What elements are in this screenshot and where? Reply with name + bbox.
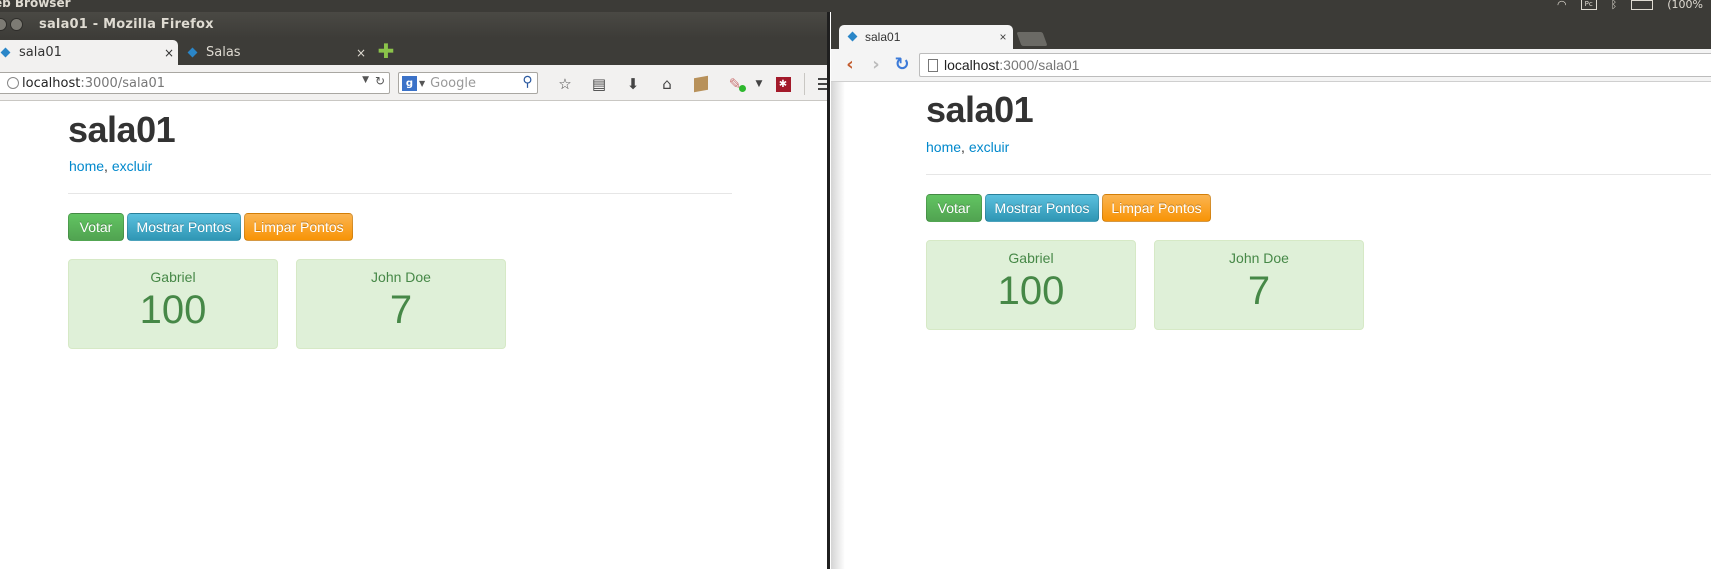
firefox-titlebar: sala01 - Mozilla Firefox: [0, 12, 827, 38]
tab-label: sala01: [865, 30, 901, 44]
home-link[interactable]: home: [69, 158, 104, 174]
player-name: Gabriel: [1008, 250, 1054, 266]
pycharm-icon[interactable]: Pc: [1580, 0, 1597, 10]
player-points: 100: [139, 288, 207, 332]
player-name: John Doe: [1229, 250, 1289, 266]
player-name: John Doe: [371, 269, 431, 285]
firebug-icon[interactable]: ✱: [766, 74, 800, 94]
site-identity-icon[interactable]: [7, 77, 19, 89]
page-title: sala01: [68, 109, 176, 150]
search-icon[interactable]: ⚲: [520, 75, 535, 90]
url-path: :3000/sala01: [80, 75, 166, 91]
window-title: sala01 - Mozilla Firefox: [39, 17, 214, 32]
tab-close-icon[interactable]: ×: [993, 30, 1013, 44]
back-arrow-icon[interactable]: ‹: [839, 54, 861, 76]
favicon-icon: [2, 47, 13, 58]
tab-close-icon[interactable]: ×: [160, 46, 178, 60]
window-edge-shadow: [831, 82, 845, 569]
action-buttons: Votar Mostrar Pontos Limpar Pontos: [68, 213, 353, 241]
delete-link[interactable]: excluir: [969, 139, 1009, 155]
breadcrumb-links: home, excluir: [69, 158, 152, 174]
home-link[interactable]: home: [926, 139, 961, 155]
bookmarks-list-icon[interactable]: ▤: [582, 74, 616, 94]
addon-icon[interactable]: [684, 74, 718, 94]
battery-percentage: (100%: [1667, 0, 1703, 11]
toolbar-separator: [804, 73, 805, 95]
window-controls: [0, 18, 23, 31]
player-points: 7: [1247, 269, 1271, 313]
tab-sala01[interactable]: sala01 ×: [0, 40, 178, 65]
firefox-window: sala01 - Mozilla Firefox sala01 × Salas …: [0, 12, 830, 569]
window-close-icon[interactable]: [0, 18, 7, 31]
url-host: localhost: [22, 75, 81, 91]
player-card: John Doe 7: [1154, 240, 1364, 330]
engine-dropdown-icon[interactable]: ▼: [419, 79, 425, 88]
wifi-icon[interactable]: ◠: [1557, 0, 1567, 11]
bluetooth-icon[interactable]: ᛒ: [1611, 0, 1618, 11]
player-card: Gabriel 100: [68, 259, 278, 349]
firefox-tab-strip: sala01 × Salas × ✚: [0, 38, 827, 65]
link-separator: ,: [104, 158, 112, 174]
search-box[interactable]: g ▼ Google ⚲: [398, 72, 538, 94]
new-tab-plus-icon[interactable]: ✚: [377, 41, 395, 61]
reload-icon[interactable]: ↻: [891, 54, 913, 76]
vote-button[interactable]: Votar: [926, 194, 982, 222]
chromium-window: sala01 × ‹ › ↻ localhost:3000/sala01 sal…: [831, 12, 1711, 569]
clear-points-button[interactable]: Limpar Pontos: [1102, 194, 1211, 222]
search-placeholder: Google: [430, 75, 476, 91]
url-bar[interactable]: localhost:3000/sala01 ▼ ↻: [0, 72, 390, 94]
url-host: localhost: [944, 57, 1000, 73]
tab-close-icon[interactable]: ×: [352, 46, 370, 60]
player-card: John Doe 7: [296, 259, 506, 349]
tab-label: sala01: [19, 45, 62, 60]
panel-app-label: eb Browser: [0, 0, 71, 10]
page-title: sala01: [926, 89, 1034, 130]
addon-pen-icon[interactable]: ✎: [718, 74, 752, 94]
vote-button[interactable]: Votar: [68, 213, 124, 241]
tab-salas[interactable]: Salas ×: [185, 40, 370, 65]
player-cards: Gabriel 100 John Doe 7: [926, 240, 1364, 330]
firefox-toolbar-icons: ☆ ▤ ⬇ ⌂ ✎ ▼ ✱: [548, 73, 827, 95]
chromium-tab-strip: sala01 ×: [831, 12, 1711, 49]
link-separator: ,: [961, 139, 969, 155]
show-points-button[interactable]: Mostrar Pontos: [127, 213, 241, 241]
chromium-navbar: ‹ › ↻ localhost:3000/sala01: [831, 49, 1711, 82]
tab-label: Salas: [206, 45, 241, 60]
history-dropdown-icon[interactable]: ▼: [362, 75, 369, 85]
page-icon: [928, 58, 938, 72]
new-tab-button[interactable]: [1016, 32, 1048, 46]
show-points-button[interactable]: Mostrar Pontos: [985, 194, 1099, 222]
bookmark-star-icon[interactable]: ☆: [548, 74, 582, 94]
favicon-icon: [848, 32, 858, 42]
menu-hamburger-icon[interactable]: [809, 74, 827, 94]
reload-icon[interactable]: ↻: [375, 74, 385, 88]
window-minimize-icon[interactable]: [10, 18, 23, 31]
home-icon[interactable]: ⌂: [650, 74, 684, 94]
player-card: Gabriel 100: [926, 240, 1136, 330]
url-path: :3000/sala01: [999, 57, 1080, 73]
omnibox[interactable]: localhost:3000/sala01: [919, 53, 1711, 77]
downloads-icon[interactable]: ⬇: [616, 74, 650, 94]
system-tray: ◠ Pc ᛒ (100%: [1557, 0, 1703, 11]
breadcrumb-links: home, excluir: [926, 139, 1009, 155]
tab-sala01[interactable]: sala01 ×: [839, 25, 1013, 49]
delete-link[interactable]: excluir: [112, 158, 152, 174]
player-points: 7: [389, 288, 413, 332]
divider: [68, 193, 732, 194]
favicon-icon: [189, 47, 200, 58]
action-buttons: Votar Mostrar Pontos Limpar Pontos: [926, 194, 1211, 222]
addon-dropdown-icon[interactable]: ▼: [752, 74, 766, 94]
system-top-panel: eb Browser ◠ Pc ᛒ (100%: [0, 0, 1711, 12]
player-points: 100: [997, 269, 1065, 313]
player-name: Gabriel: [150, 269, 196, 285]
clear-points-button[interactable]: Limpar Pontos: [244, 213, 353, 241]
forward-arrow-icon[interactable]: ›: [865, 54, 887, 76]
firefox-navbar: localhost:3000/sala01 ▼ ↻ g ▼ Google ⚲ ☆…: [0, 65, 827, 101]
google-engine-icon[interactable]: g: [402, 75, 417, 91]
battery-icon[interactable]: [1631, 0, 1654, 10]
divider: [926, 174, 1711, 175]
player-cards: Gabriel 100 John Doe 7: [68, 259, 506, 349]
